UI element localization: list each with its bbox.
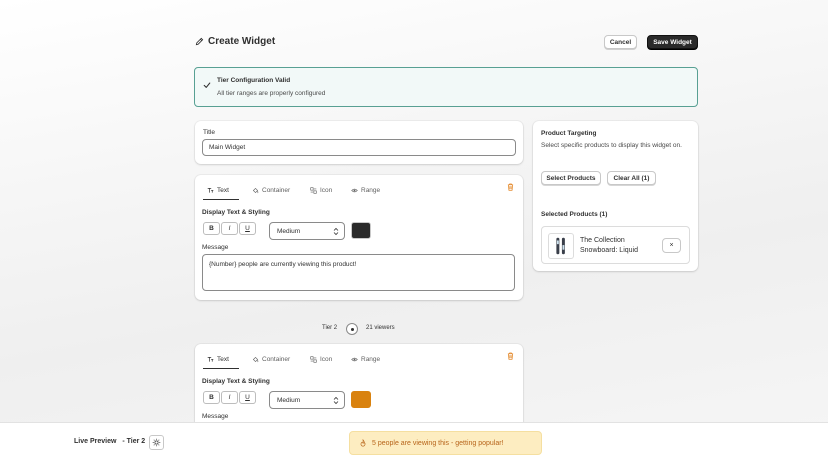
tab-text-label: Text — [217, 187, 229, 194]
styling-section-label: Display Text & Styling — [202, 378, 270, 385]
product-targeting-title: Product Targeting — [541, 130, 597, 137]
text-color-swatch[interactable] — [351, 391, 371, 408]
italic-button[interactable]: I — [221, 391, 238, 404]
save-widget-button[interactable]: Save Widget — [647, 35, 698, 49]
eye-icon — [351, 188, 358, 193]
tab-text-label: Text — [217, 356, 229, 363]
italic-button[interactable]: I — [221, 222, 238, 235]
eye-icon — [351, 357, 358, 362]
select-products-button[interactable]: Select Products — [541, 171, 601, 185]
delete-tier-icon[interactable] — [507, 183, 514, 191]
live-preview-label: Live Preview - Tier 2 — [74, 438, 145, 445]
message-label: Message — [202, 413, 229, 420]
tier-label: Tier 2 — [322, 325, 338, 331]
bold-button[interactable]: B — [203, 222, 220, 235]
bold-button[interactable]: B — [203, 391, 220, 404]
tier-1-card: Text Container Icon Range Display Text &… — [195, 175, 523, 300]
tab-range-label: Range — [361, 356, 381, 363]
title-label: Title — [203, 129, 216, 136]
tab-container[interactable]: Container — [252, 352, 290, 367]
tab-icon[interactable]: Icon — [310, 183, 332, 198]
message-label: Message — [202, 244, 229, 251]
text-color-swatch[interactable] — [351, 222, 371, 239]
product-targeting-card: Product Targeting Select specific produc… — [533, 121, 698, 271]
image-grid-icon — [310, 187, 317, 194]
widget-preview-text: 5 people are viewing this - getting popu… — [372, 439, 504, 447]
widget-preview: 5 people are viewing this - getting popu… — [349, 431, 542, 455]
font-size-value: Medium — [277, 227, 301, 235]
product-targeting-description: Select specific products to display this… — [541, 142, 682, 149]
tier-2-card: Text Container Icon Range Display Text &… — [195, 344, 523, 434]
flame-icon — [360, 439, 366, 447]
tab-icon-label: Icon — [320, 187, 333, 194]
pencil-icon — [195, 37, 204, 46]
preview-tier-label: - Tier 2 — [122, 438, 146, 445]
tab-container[interactable]: Container — [252, 183, 290, 198]
paint-bucket-icon — [252, 187, 259, 194]
title-card: Title Main Widget — [195, 121, 523, 164]
tab-icon-label: Icon — [320, 356, 333, 363]
cancel-button[interactable]: Cancel — [604, 35, 637, 49]
image-grid-icon — [310, 356, 317, 363]
font-size-select[interactable]: Medium — [269, 222, 345, 240]
tier-valid-banner: Tier Configuration Valid All tier ranges… — [194, 67, 698, 107]
styling-section-label: Display Text & Styling — [202, 209, 270, 216]
tab-container-label: Container — [262, 356, 291, 363]
checkmark-icon — [203, 82, 211, 88]
text-style-icon — [207, 357, 214, 362]
message-textarea[interactable]: {Number} people are currently viewing th… — [202, 254, 515, 291]
title-input[interactable]: Main Widget — [202, 139, 516, 156]
live-preview-text: Live Preview — [74, 438, 117, 445]
active-tab-indicator — [203, 367, 239, 369]
product-name: The Collection Snowboard: Liquid — [580, 237, 638, 254]
tab-text[interactable]: Text — [203, 352, 239, 369]
tab-container-label: Container — [262, 187, 291, 194]
font-size-select[interactable]: Medium — [269, 391, 345, 409]
remove-product-button[interactable]: × — [662, 238, 681, 253]
page-title: Create Widget — [208, 36, 276, 47]
chevron-up-down-icon — [333, 396, 339, 405]
sun-icon — [152, 438, 161, 447]
banner-title: Tier Configuration Valid — [217, 77, 291, 84]
tab-icon[interactable]: Icon — [310, 352, 332, 367]
tab-text[interactable]: Text — [203, 183, 239, 200]
live-preview-bar: Live Preview - Tier 2 5 people are viewi… — [0, 422, 828, 466]
chevron-up-down-icon — [333, 227, 339, 236]
text-style-icon — [207, 188, 214, 193]
product-thumbnail — [548, 233, 574, 259]
tier-marker — [346, 323, 358, 335]
banner-text: All tier ranges are properly configured — [217, 90, 326, 97]
theme-toggle-button[interactable] — [149, 435, 164, 450]
selected-products-title: Selected Products (1) — [541, 211, 608, 218]
clear-all-button[interactable]: Clear All (1) — [607, 171, 656, 185]
paint-bucket-icon — [252, 356, 259, 363]
selected-product-item: The Collection Snowboard: Liquid × — [541, 226, 690, 264]
tab-range-label: Range — [361, 187, 381, 194]
font-size-value: Medium — [277, 396, 301, 404]
delete-tier-icon[interactable] — [507, 352, 514, 360]
viewers-threshold: 21 viewers — [366, 325, 395, 331]
active-tab-indicator — [203, 198, 239, 200]
underline-button[interactable]: U — [239, 391, 256, 404]
tab-range[interactable]: Range — [351, 352, 380, 367]
snowboard-image — [556, 237, 565, 255]
underline-button[interactable]: U — [239, 222, 256, 235]
tab-range[interactable]: Range — [351, 183, 380, 198]
page-header: Create Widget Cancel Save Widget — [195, 34, 699, 50]
